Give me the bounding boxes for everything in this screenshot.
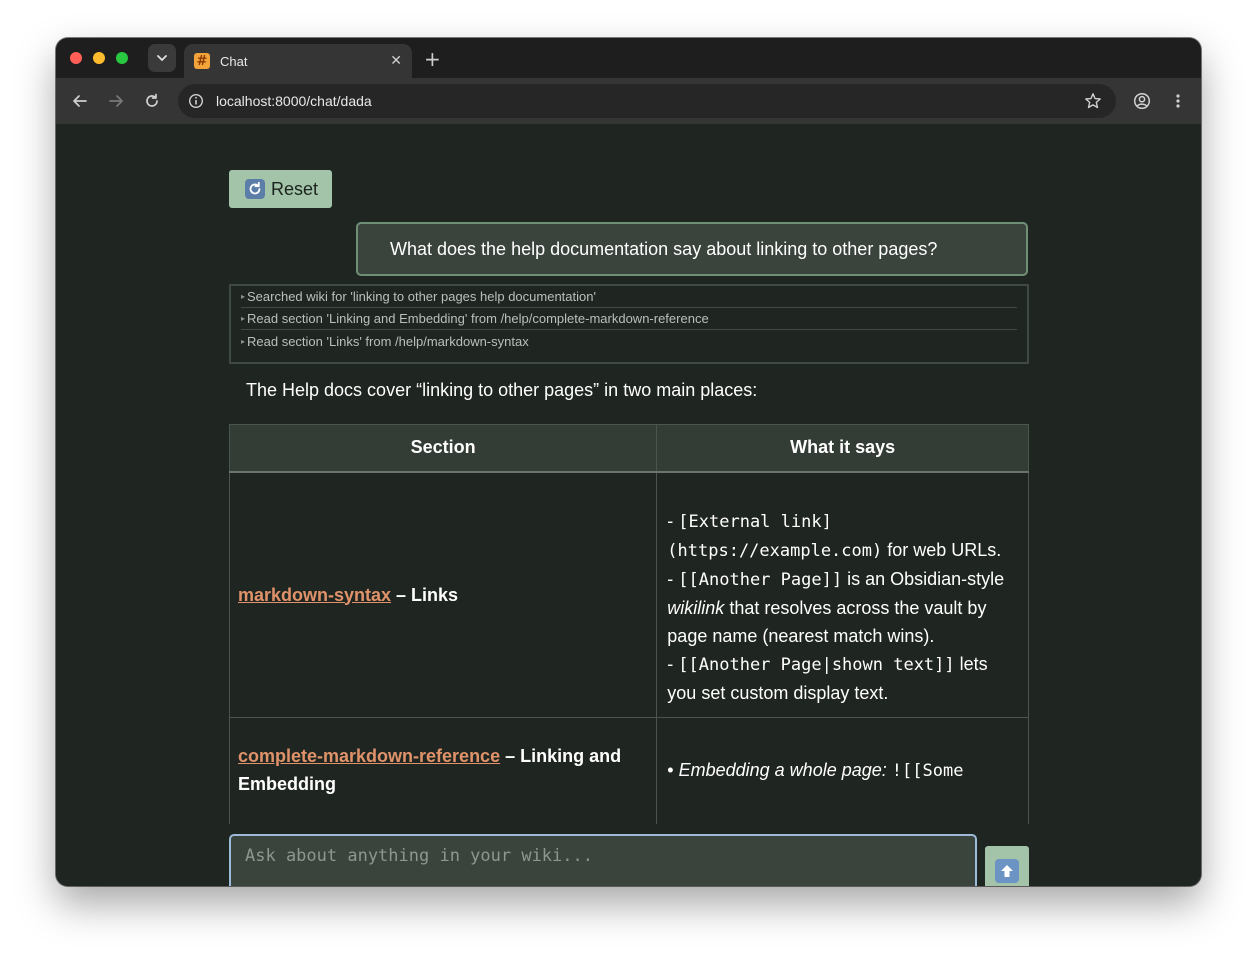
reset-label: Reset [271,178,319,199]
menu-icon[interactable] [1168,91,1188,111]
description-line: - [[Another Page]] is an Obsidian-style … [667,568,1005,646]
forward-icon[interactable] [106,91,126,111]
close-icon[interactable]: ✕ [390,53,402,69]
table-header: Section [229,424,658,473]
tool-call-text: Read section 'Links' from /help/markdown… [247,333,529,349]
url-text: localhost:8000/chat/dada [216,93,372,109]
browser-toolbar: localhost:8000/chat/dada [56,78,1201,124]
minimize-window-button[interactable] [93,52,105,64]
chat-input[interactable] [229,834,977,886]
doc-link[interactable]: complete-markdown-reference [238,746,500,766]
answer-scroll-area[interactable]: Section What it says markdown-syntax – L… [229,424,1029,824]
table-cell-description: - [External link](https://example.com) f… [656,471,1029,718]
tab-chat[interactable]: # Chat ✕ [184,44,412,78]
chat-page: Reset What does the help documentation s… [56,124,1201,886]
title-bar: # Chat ✕ + [56,38,1201,78]
table-cell-section: complete-markdown-reference – Linking an… [229,716,658,824]
user-message-text: What does the help documentation say abo… [390,238,938,259]
refresh-icon [245,179,265,199]
description-text: is an Obsidian-style [842,568,1005,589]
address-bar[interactable]: localhost:8000/chat/dada [178,84,1116,118]
tool-call-text: Read section 'Linking and Embedding' fro… [247,311,709,326]
reset-button[interactable]: Reset [229,170,332,208]
tab-title: Chat [220,53,248,69]
expand-caret-icon: ▸ [241,314,246,323]
site-info-icon[interactable] [188,93,204,109]
bookmark-star-icon[interactable] [1084,92,1102,110]
table-cell-description: • Embedding a whole page: ![[Some [656,716,1029,824]
browser-window: # Chat ✕ + localhost:8000/chat/dada Rese… [56,38,1201,886]
favicon-icon: # [194,53,210,69]
emphasis-text: Embedding a whole page: [678,759,887,780]
table-row: markdown-syntax – Links - [External link… [229,471,1029,718]
maximize-window-button[interactable] [116,52,128,64]
profile-icon[interactable] [1132,91,1152,111]
tool-call-item[interactable]: ▸ Read section 'Links' from /help/markdo… [241,330,1017,352]
close-window-button[interactable] [70,52,82,64]
section-title: – Links [391,584,459,605]
back-icon[interactable] [70,91,90,111]
emphasis-text: wikilink [667,597,725,618]
code-snippet: ![[Some [891,760,964,781]
tool-call-log: ▸ Searched wiki for 'linking to other pa… [229,284,1029,364]
doc-link[interactable]: markdown-syntax [238,585,391,605]
answer-intro: The Help docs cover “linking to other pa… [246,380,758,400]
table-header: What it says [656,424,1029,473]
send-button[interactable] [985,846,1029,886]
tool-call-item[interactable]: ▸ Searched wiki for 'linking to other pa… [241,286,1017,308]
description-text: for web URLs. [882,539,1002,560]
arrow-up-icon [995,859,1019,883]
answer-table: Section What it says markdown-syntax – L… [229,424,1029,824]
tool-call-item[interactable]: ▸ Read section 'Linking and Embedding' f… [241,308,1017,330]
table-row: complete-markdown-reference – Linking an… [229,716,1029,824]
code-snippet: [[Another Page]] [678,569,843,590]
description-line: - [[Another Page|shown text]] lets you s… [667,653,988,703]
code-snippet: [External link](https://example.com) [667,511,883,561]
table-cell-section: markdown-syntax – Links [229,471,658,718]
expand-caret-icon: ▸ [241,292,246,301]
user-message: What does the help documentation say abo… [356,222,1028,276]
reload-icon[interactable] [142,91,162,111]
tool-call-text: Searched wiki for 'linking to other page… [247,289,596,304]
code-snippet: [[Another Page|shown text]] [678,654,955,675]
tab-dropdown-icon[interactable] [148,44,176,72]
description-line: • Embedding a whole page: ![[Some [667,759,964,781]
expand-caret-icon: ▸ [241,336,246,346]
new-tab-icon[interactable]: + [424,47,441,71]
description-line: - [External link](https://example.com) f… [667,510,1002,561]
